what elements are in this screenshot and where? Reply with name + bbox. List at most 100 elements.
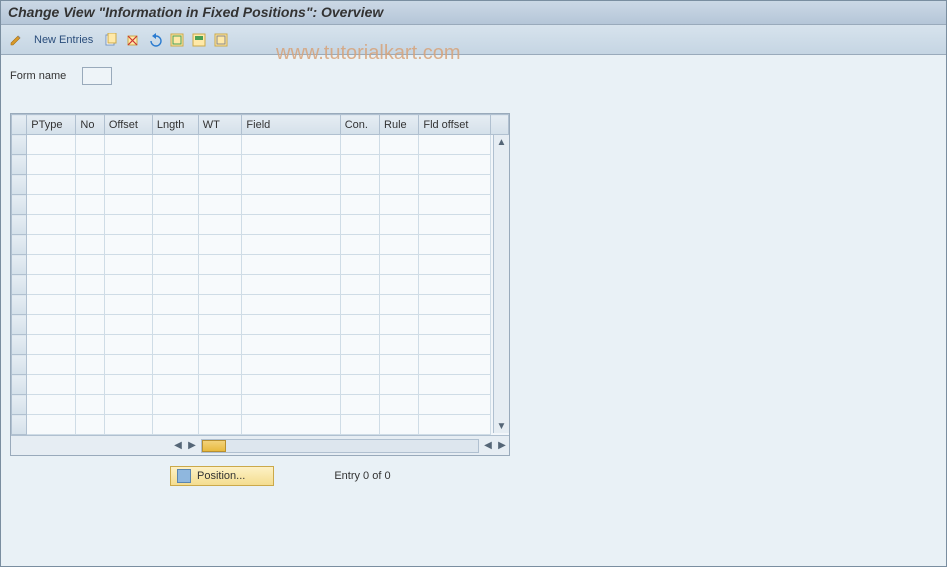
- table-cell[interactable]: [242, 175, 340, 195]
- table-settings-icon[interactable]: [491, 115, 509, 135]
- table-cell[interactable]: [419, 295, 491, 315]
- row-selector[interactable]: [12, 315, 27, 335]
- new-entries-button[interactable]: New Entries: [30, 34, 97, 46]
- table-row[interactable]: [12, 395, 509, 415]
- table-cell[interactable]: [104, 155, 152, 175]
- toggle-display-change-icon[interactable]: [8, 32, 24, 48]
- copy-as-icon[interactable]: [103, 32, 119, 48]
- table-cell[interactable]: [152, 255, 198, 275]
- position-button[interactable]: Position...: [170, 466, 274, 486]
- table-cell[interactable]: [27, 215, 76, 235]
- table-cell[interactable]: [419, 355, 491, 375]
- row-selector[interactable]: [12, 255, 27, 275]
- col-wt[interactable]: WT: [198, 115, 242, 135]
- table-cell[interactable]: [198, 275, 242, 295]
- table-cell[interactable]: [419, 195, 491, 215]
- table-cell[interactable]: [380, 395, 419, 415]
- table-cell[interactable]: [340, 275, 379, 295]
- table-row[interactable]: [12, 135, 509, 155]
- table-cell[interactable]: [242, 355, 340, 375]
- table-cell[interactable]: [104, 215, 152, 235]
- table-cell[interactable]: [104, 315, 152, 335]
- table-cell[interactable]: [27, 275, 76, 295]
- table-cell[interactable]: [76, 415, 104, 435]
- table-cell[interactable]: [198, 255, 242, 275]
- table-cell[interactable]: [419, 335, 491, 355]
- table-cell[interactable]: [104, 235, 152, 255]
- table-cell[interactable]: [27, 135, 76, 155]
- table-cell[interactable]: [76, 155, 104, 175]
- form-name-input[interactable]: [82, 67, 112, 85]
- table-cell[interactable]: [380, 195, 419, 215]
- table-cell[interactable]: [27, 295, 76, 315]
- table-cell[interactable]: [380, 335, 419, 355]
- vertical-scrollbar[interactable]: ▲ ▼: [493, 135, 509, 433]
- table-cell[interactable]: [340, 315, 379, 335]
- table-cell[interactable]: [76, 195, 104, 215]
- scroll-left-icon[interactable]: ◀: [171, 439, 185, 453]
- undo-change-icon[interactable]: [147, 32, 163, 48]
- col-fldoffset[interactable]: Fld offset: [419, 115, 491, 135]
- table-cell[interactable]: [152, 375, 198, 395]
- table-cell[interactable]: [27, 195, 76, 215]
- table-cell[interactable]: [152, 415, 198, 435]
- table-cell[interactable]: [419, 315, 491, 335]
- table-row[interactable]: [12, 415, 509, 435]
- table-row[interactable]: [12, 355, 509, 375]
- table-row[interactable]: [12, 215, 509, 235]
- table-cell[interactable]: [419, 215, 491, 235]
- table-cell[interactable]: [242, 415, 340, 435]
- table-cell[interactable]: [152, 235, 198, 255]
- table-cell[interactable]: [198, 315, 242, 335]
- table-cell[interactable]: [340, 235, 379, 255]
- table-cell[interactable]: [340, 175, 379, 195]
- table-cell[interactable]: [380, 355, 419, 375]
- table-cell[interactable]: [152, 195, 198, 215]
- table-cell[interactable]: [76, 235, 104, 255]
- table-cell[interactable]: [242, 295, 340, 315]
- table-cell[interactable]: [76, 335, 104, 355]
- table-row[interactable]: [12, 335, 509, 355]
- table-cell[interactable]: [76, 355, 104, 375]
- table-cell[interactable]: [340, 415, 379, 435]
- hscroll-track[interactable]: [201, 439, 479, 453]
- table-cell[interactable]: [419, 395, 491, 415]
- scroll-up-icon[interactable]: ▲: [495, 135, 509, 149]
- table-row[interactable]: [12, 235, 509, 255]
- table-cell[interactable]: [76, 255, 104, 275]
- row-selector[interactable]: [12, 135, 27, 155]
- select-all-icon[interactable]: [169, 32, 185, 48]
- table-cell[interactable]: [27, 255, 76, 275]
- table-cell[interactable]: [340, 195, 379, 215]
- table-cell[interactable]: [340, 295, 379, 315]
- table-row[interactable]: [12, 175, 509, 195]
- table-cell[interactable]: [152, 355, 198, 375]
- scroll-left2-icon[interactable]: ◀: [481, 439, 495, 453]
- table-cell[interactable]: [152, 275, 198, 295]
- table-cell[interactable]: [242, 275, 340, 295]
- table-cell[interactable]: [242, 255, 340, 275]
- table-cell[interactable]: [104, 175, 152, 195]
- table-cell[interactable]: [242, 155, 340, 175]
- table-cell[interactable]: [198, 375, 242, 395]
- table-cell[interactable]: [380, 255, 419, 275]
- row-selector[interactable]: [12, 175, 27, 195]
- table-cell[interactable]: [380, 175, 419, 195]
- table-cell[interactable]: [152, 315, 198, 335]
- table-cell[interactable]: [27, 375, 76, 395]
- table-cell[interactable]: [152, 395, 198, 415]
- table-cell[interactable]: [340, 335, 379, 355]
- table-cell[interactable]: [76, 175, 104, 195]
- row-selector[interactable]: [12, 375, 27, 395]
- table-cell[interactable]: [104, 395, 152, 415]
- delete-icon[interactable]: [125, 32, 141, 48]
- table-cell[interactable]: [419, 275, 491, 295]
- table-cell[interactable]: [340, 215, 379, 235]
- table-cell[interactable]: [340, 255, 379, 275]
- table-cell[interactable]: [27, 155, 76, 175]
- scroll-right-icon[interactable]: ▶: [185, 439, 199, 453]
- row-selector[interactable]: [12, 235, 27, 255]
- col-lngth[interactable]: Lngth: [152, 115, 198, 135]
- table-cell[interactable]: [380, 235, 419, 255]
- row-selector[interactable]: [12, 275, 27, 295]
